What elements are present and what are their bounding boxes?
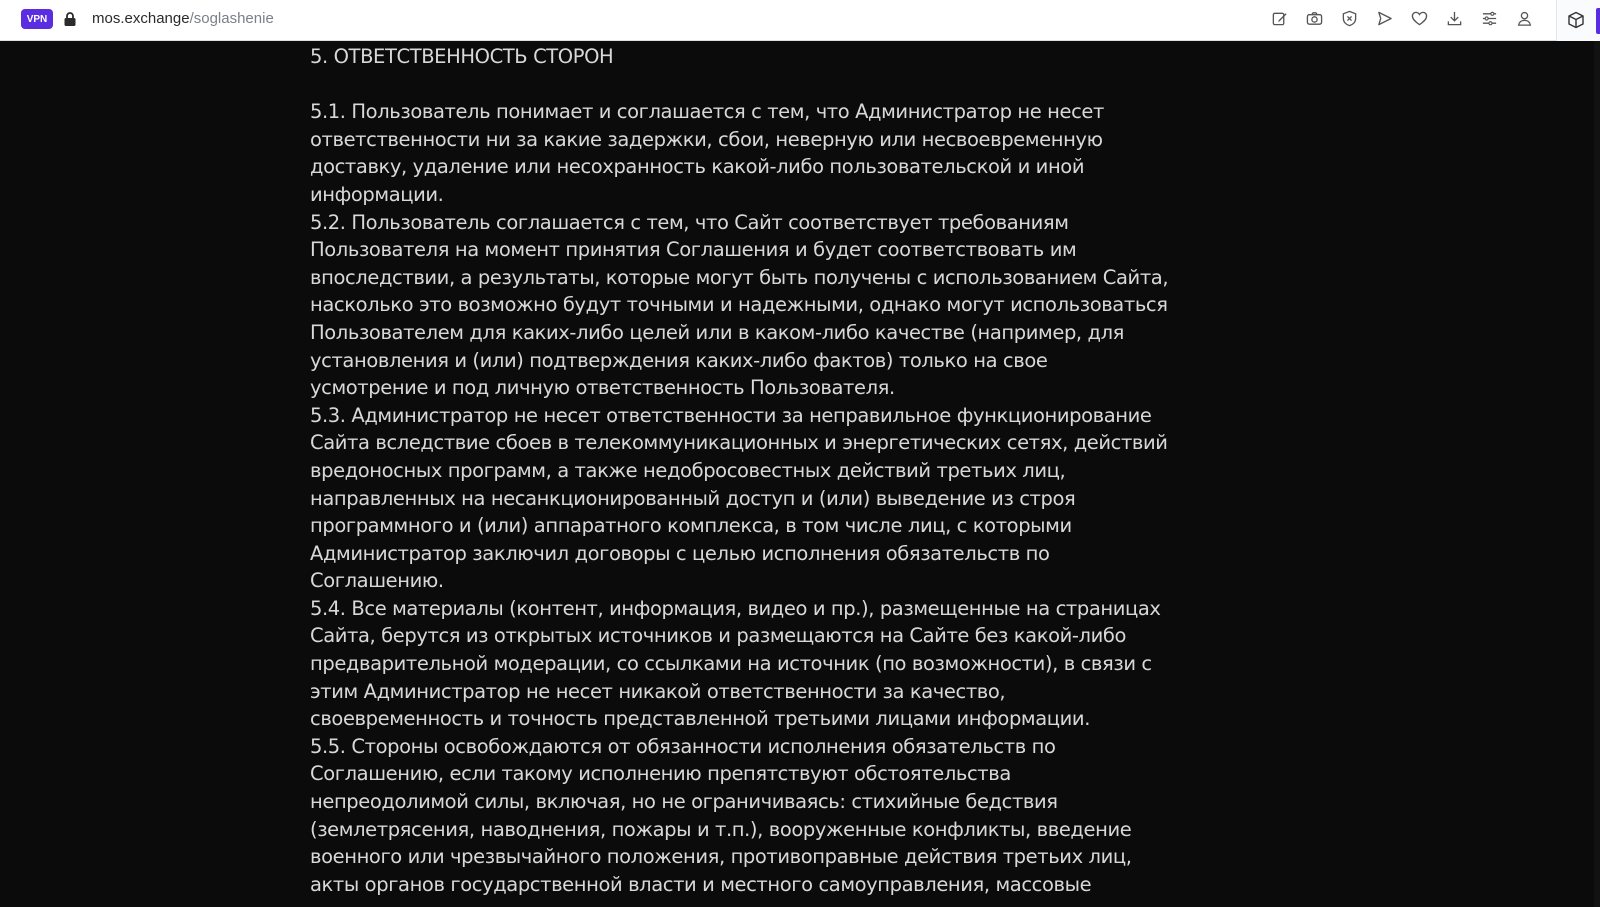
extensions-area <box>1556 0 1600 41</box>
profile-icon[interactable] <box>1515 9 1534 28</box>
browser-toolbar <box>1270 9 1534 28</box>
lock-icon[interactable] <box>63 11 77 27</box>
page-content: 5. ОТВЕТСТВЕННОСТЬ СТОРОН 5.1. Пользоват… <box>0 41 1600 907</box>
clause-5-3: 5.3. Администратор не несет ответственно… <box>310 403 1168 593</box>
vpn-badge[interactable]: VPN <box>21 9 53 29</box>
clause-5-2: 5.2. Пользователь соглашается с тем, что… <box>310 210 1169 400</box>
extension-accent <box>1596 8 1600 34</box>
edit-icon[interactable] <box>1270 9 1289 28</box>
heart-icon[interactable] <box>1410 9 1429 28</box>
url-field[interactable]: mos.exchange/soglashenie <box>92 10 274 27</box>
download-icon[interactable] <box>1445 9 1464 28</box>
section-heading: 5. ОТВЕТСТВЕННОСТЬ СТОРОН <box>310 45 614 68</box>
document-body: 5. ОТВЕТСТВЕННОСТЬ СТОРОН 5.1. Пользоват… <box>310 43 1170 898</box>
send-icon[interactable] <box>1375 9 1394 28</box>
url-path: /soglashenie <box>189 10 274 27</box>
browser-address-bar: VPN mos.exchange/soglashenie <box>0 0 1600 41</box>
clause-5-1: 5.1. Пользователь понимает и соглашается… <box>310 100 1104 206</box>
camera-icon[interactable] <box>1305 9 1324 28</box>
shield-x-icon[interactable] <box>1340 9 1359 28</box>
clause-5-4: 5.4. Все материалы (контент, информация,… <box>310 596 1161 731</box>
clause-5-5: 5.5. Стороны освобождаются от обязанност… <box>310 734 1132 896</box>
cube-icon[interactable] <box>1567 11 1585 29</box>
scrollbar[interactable] <box>1594 41 1600 907</box>
url-host: mos.exchange <box>92 10 190 27</box>
menu-icon[interactable] <box>1480 9 1499 28</box>
